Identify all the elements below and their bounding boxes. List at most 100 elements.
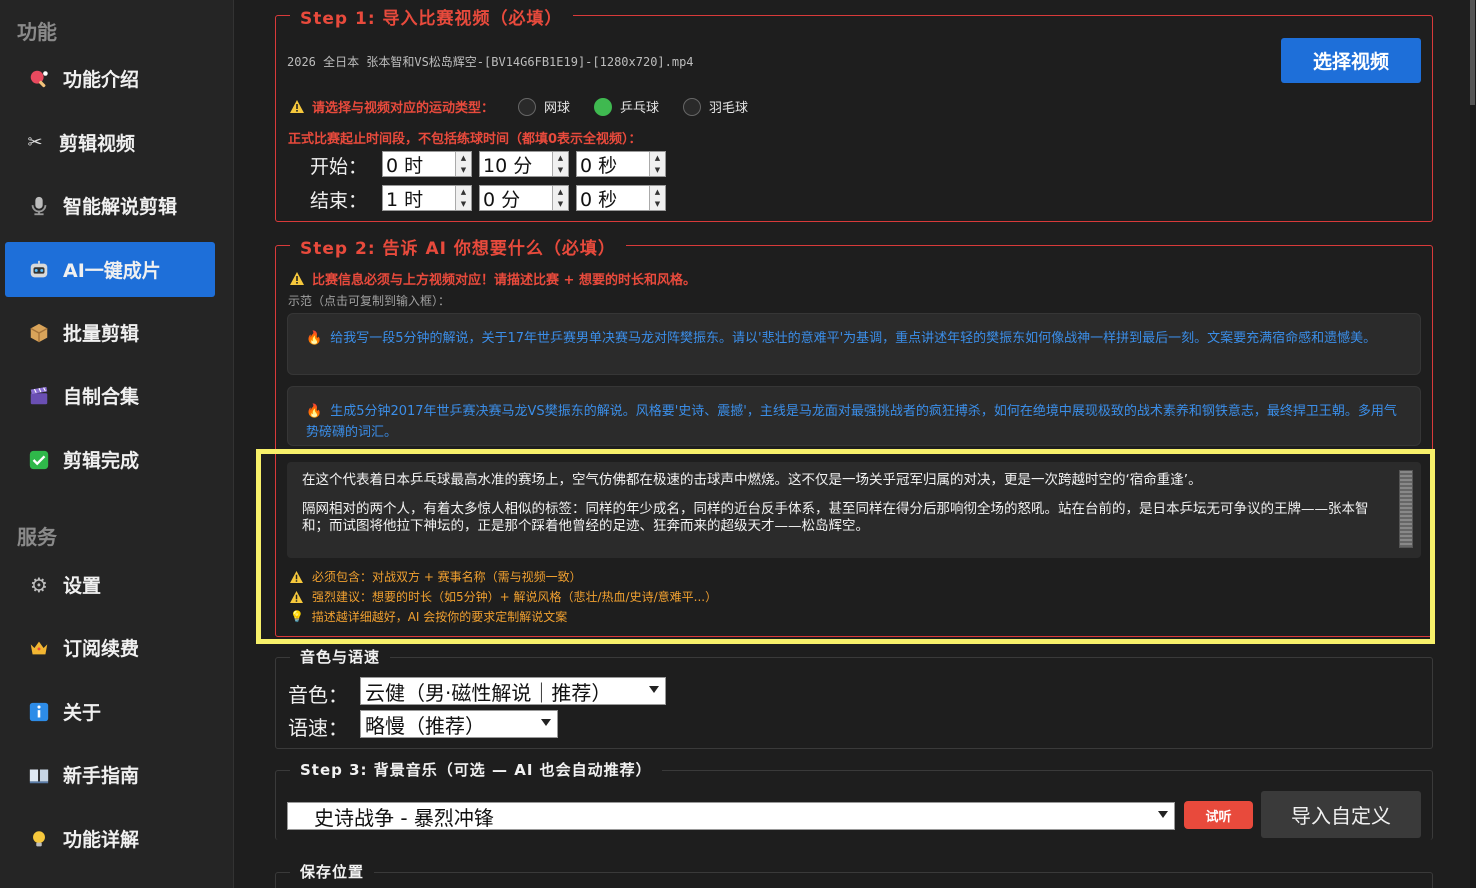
package-icon	[27, 321, 51, 345]
warning-icon	[290, 272, 304, 285]
spinbox-arrows[interactable]: ▲ ▼	[649, 152, 665, 176]
save-title: 保存位置	[290, 861, 375, 882]
scrollbar-thumb[interactable]	[1470, 0, 1475, 105]
end-minute-spinbox[interactable]: 0 分 ▲ ▼	[479, 185, 569, 211]
sport-type-row: 请选择与视频对应的运动类型： 网球 乒乓球 羽毛球	[290, 97, 748, 116]
main-scrollbar[interactable]	[1470, 0, 1476, 888]
radio-dot-selected[interactable]	[594, 97, 613, 116]
checkmark-icon	[27, 448, 51, 472]
scissors-icon: ✂	[27, 132, 43, 153]
up-arrow-icon[interactable]: ▲	[553, 186, 568, 198]
spinbox-arrows[interactable]: ▲ ▼	[455, 152, 471, 176]
spinbox-arrows[interactable]: ▲ ▼	[455, 186, 471, 210]
down-arrow-icon[interactable]: ▼	[553, 198, 568, 210]
end-hour-spinbox[interactable]: 1 时 ▲ ▼	[382, 185, 472, 211]
example-card-1[interactable]: 🔥 给我写一段5分钟的解说，关于17年世乒赛男单决赛马龙对阵樊振东。请以'悲壮的意…	[287, 313, 1421, 375]
end-second-spinbox[interactable]: 0 秒 ▲ ▼	[576, 185, 666, 211]
down-arrow-icon[interactable]: ▼	[650, 164, 665, 176]
spinbox-arrows[interactable]: ▲ ▼	[552, 152, 568, 176]
radio-dot[interactable]	[518, 97, 537, 116]
voice-select-value: 云健（男·磁性解说｜推荐）	[365, 680, 612, 705]
gear-icon: ⚙	[30, 572, 48, 597]
radio-badminton[interactable]: 羽毛球	[683, 97, 748, 116]
music-select[interactable]: 史诗战争 - 暴烈冲锋	[287, 802, 1175, 830]
chevron-down-icon[interactable]	[649, 686, 659, 693]
radio-label: 网球	[544, 101, 571, 116]
sidebar-item-label: 剪辑视频	[59, 133, 136, 155]
fire-icon: 🔥	[306, 404, 323, 419]
radio-table-tennis[interactable]: 乒乓球	[594, 97, 659, 116]
step2-warning: 比赛信息必须与上方视频对应！请描述比赛 + 想要的时长和风格。	[290, 269, 696, 288]
sidebar-item-label: AI一键成片	[63, 260, 161, 282]
chevron-down-icon[interactable]	[541, 719, 551, 726]
microphone-icon	[27, 194, 51, 218]
warning-icon	[290, 100, 304, 113]
start-second-spinbox[interactable]: 0 秒 ▲ ▼	[576, 151, 666, 177]
spinbox-value: 0 时	[386, 154, 424, 177]
sidebar-item-beginner-guide[interactable]: 新手指南	[5, 747, 215, 802]
up-arrow-icon[interactable]: ▲	[553, 152, 568, 164]
down-arrow-icon[interactable]: ▼	[650, 198, 665, 210]
sidebar-item-label: 剪辑完成	[63, 450, 140, 472]
sidebar-item-ai-one-click[interactable]: AI一键成片	[5, 242, 215, 297]
sidebar-item-settings[interactable]: ⚙ 设置	[5, 557, 215, 612]
down-arrow-icon[interactable]: ▼	[456, 198, 471, 210]
start-minute-spinbox[interactable]: 10 分 ▲ ▼	[479, 151, 569, 177]
up-arrow-icon[interactable]: ▲	[650, 186, 665, 198]
sport-type-prompt: 请选择与视频对应的运动类型：	[312, 101, 495, 116]
ping-pong-icon	[27, 67, 51, 91]
sidebar-item-label: 批量剪辑	[63, 323, 140, 345]
step2-warning-text: 比赛信息必须与上方视频对应！请描述比赛 + 想要的时长和风格。	[312, 273, 696, 288]
example-card-2[interactable]: 🔥 生成5分钟2017年世乒赛决赛马龙VS樊振东的解说。风格要'史诗、震撼'，主线…	[287, 386, 1421, 446]
spinbox-value: 0 秒	[580, 154, 618, 177]
start-label: 开始：	[310, 156, 368, 178]
sidebar-item-label: 新手指南	[63, 765, 140, 787]
sidebar-item-about[interactable]: 关于	[5, 684, 215, 739]
spinbox-value: 10 分	[483, 154, 533, 177]
radio-dot[interactable]	[683, 97, 702, 116]
radio-label: 乒乓球	[620, 101, 660, 116]
video-filename: 2026 全日本 张本智和VS松岛辉空-[BV14G6FB1E19]-[1280…	[287, 55, 694, 69]
spinbox-arrows[interactable]: ▲ ▼	[552, 186, 568, 210]
radio-label: 羽毛球	[709, 101, 749, 116]
time-range-note: 正式比赛起止时间段，不包括练球时间（都填0表示全视频）：	[288, 132, 642, 147]
preview-button[interactable]: 试听	[1184, 801, 1253, 829]
sidebar-item-custom-collection[interactable]: 自制合集	[5, 368, 215, 423]
select-video-button[interactable]: 选择视频	[1281, 38, 1421, 83]
robot-icon	[27, 258, 51, 282]
example-hint: 示范（点击可复制到输入框）：	[288, 294, 451, 308]
up-arrow-icon[interactable]: ▲	[456, 152, 471, 164]
voice-select[interactable]: 云健（男·磁性解说｜推荐）	[360, 677, 666, 705]
end-label: 结束：	[310, 190, 368, 212]
sidebar-item-label: 功能详解	[63, 829, 140, 851]
sidebar-item-edit-video[interactable]: ✂ 剪辑视频	[5, 115, 215, 170]
example-text: 给我写一段5分钟的解说，关于17年世乒赛男单决赛马龙对阵樊振东。请以'悲壮的意难…	[330, 331, 1377, 346]
start-hour-spinbox[interactable]: 0 时 ▲ ▼	[382, 151, 472, 177]
up-arrow-icon[interactable]: ▲	[650, 152, 665, 164]
info-icon	[27, 700, 51, 724]
radio-tennis[interactable]: 网球	[518, 97, 570, 116]
highlight-box	[256, 449, 1435, 644]
sidebar-item-edit-complete[interactable]: 剪辑完成	[5, 432, 215, 487]
sidebar-item-smart-commentary[interactable]: 智能解说剪辑	[5, 178, 215, 233]
speed-select[interactable]: 略慢（推荐）	[360, 710, 558, 738]
down-arrow-icon[interactable]: ▼	[456, 164, 471, 176]
music-select-value: 史诗战争 - 暴烈冲锋	[314, 805, 494, 830]
sidebar-item-subscription[interactable]: 订阅续费	[5, 620, 215, 675]
up-arrow-icon[interactable]: ▲	[456, 186, 471, 198]
sidebar: 功能 功能介绍 ✂ 剪辑视频 智能解说剪辑 AI一键成片 批量剪辑 自制合集 剪…	[0, 0, 234, 888]
sidebar-item-feature-details[interactable]: 功能详解	[5, 811, 215, 866]
book-icon	[27, 763, 51, 787]
speed-label: 语速：	[288, 716, 348, 740]
sidebar-item-batch-edit[interactable]: 批量剪辑	[5, 305, 215, 360]
sidebar-item-feature-intro[interactable]: 功能介绍	[5, 51, 215, 106]
down-arrow-icon[interactable]: ▼	[553, 164, 568, 176]
import-custom-button[interactable]: 导入自定义	[1261, 791, 1421, 838]
save-group: 保存位置	[275, 861, 1433, 888]
speed-select-value: 略慢（推荐）	[365, 713, 485, 738]
chevron-down-icon[interactable]	[1158, 811, 1168, 818]
sidebar-item-label: 关于	[63, 702, 102, 724]
sidebar-item-label: 订阅续费	[63, 638, 140, 660]
example-text: 生成5分钟2017年世乒赛决赛马龙VS樊振东的解说。风格要'史诗、震撼'，主线是…	[306, 404, 1397, 440]
spinbox-arrows[interactable]: ▲ ▼	[649, 186, 665, 210]
